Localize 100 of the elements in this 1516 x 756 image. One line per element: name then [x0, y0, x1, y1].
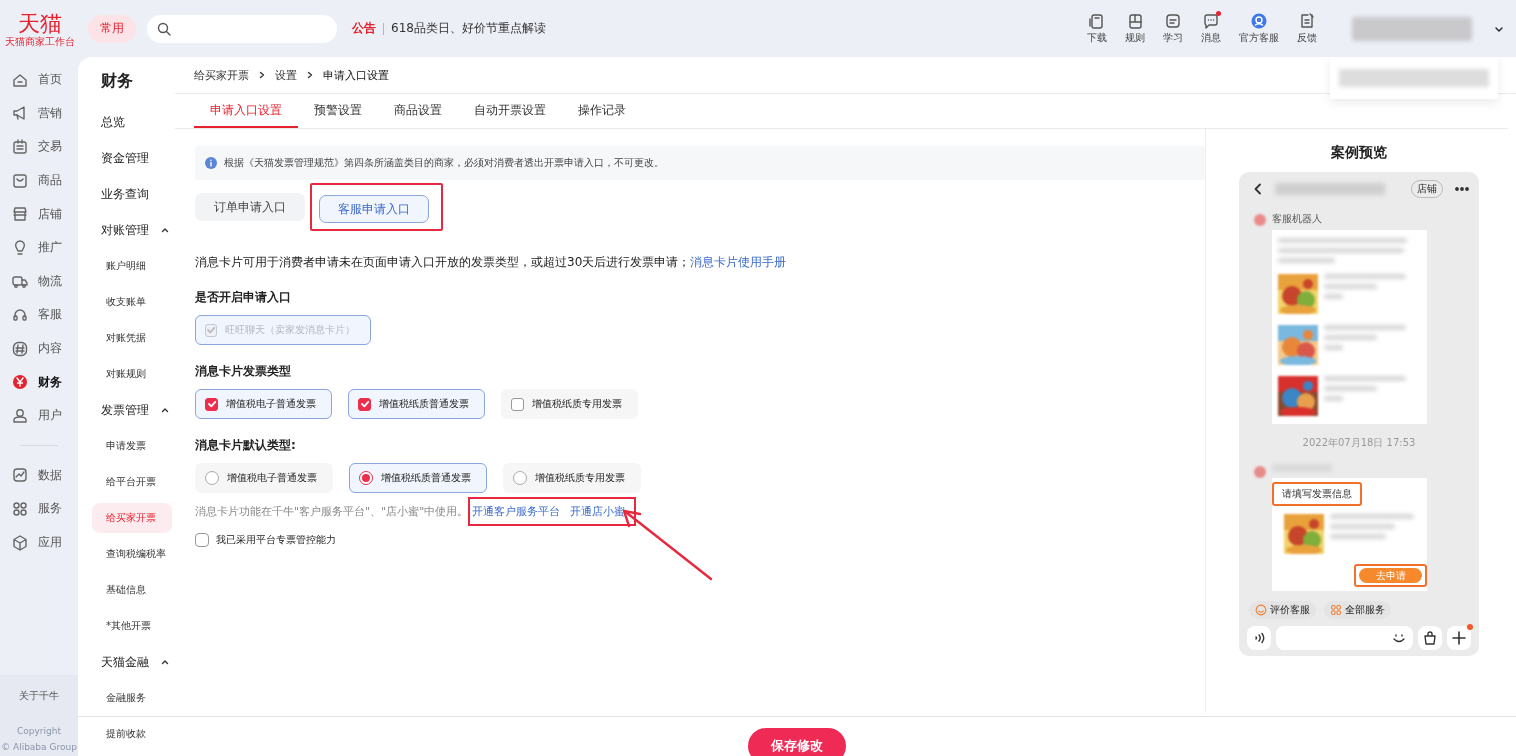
truck-icon [12, 273, 28, 290]
tablet-icon [1089, 12, 1105, 29]
radio-button[interactable] [359, 471, 373, 485]
card-title: 请填写发票信息 [1272, 482, 1362, 506]
nav-item[interactable]: 商品 [0, 163, 78, 198]
segment-button[interactable]: 客服申请入口 [319, 195, 429, 223]
menu-item[interactable]: 提前收款 [92, 719, 172, 749]
menu-group[interactable]: 发票管理 [78, 392, 175, 428]
menu-item[interactable]: 申请发票 [92, 431, 172, 461]
manual-link[interactable]: 消息卡片使用手册 [690, 255, 787, 269]
checkbox[interactable] [205, 397, 218, 411]
chevron-icon [161, 658, 169, 666]
add-button[interactable] [1447, 626, 1471, 650]
menu-item[interactable]: 收支账单 [92, 287, 172, 317]
tab[interactable]: 商品设置 [378, 94, 458, 128]
bulb-icon [12, 239, 28, 256]
nav-item[interactable]: 物流 [0, 264, 78, 299]
notice-text: 根据《天猫发票管理规范》第四条所涵盖类目的商家，必须对消费者透出开票申请入口，不可更改。 [224, 156, 664, 170]
menu-group[interactable]: 对账管理 [78, 212, 175, 248]
bag-button[interactable] [1418, 626, 1442, 650]
tab[interactable]: 自动开票设置 [458, 94, 562, 128]
nav-item[interactable]: 用户 [0, 398, 78, 433]
shop-icon [12, 206, 28, 223]
quick-action-button[interactable]: 全部服务 [1324, 601, 1391, 619]
checkbox-option[interactable]: 增值税纸质专用发票 [501, 389, 638, 419]
menu-item[interactable]: *其他开票 [92, 611, 172, 641]
menu-item[interactable]: 业务查询 [78, 176, 169, 212]
grid-icon [1330, 604, 1342, 616]
radio-option[interactable]: 增值税纸质专用发票 [503, 463, 641, 493]
section-title: 消息卡片发票类型 [195, 363, 292, 380]
toolbar-button[interactable]: 官方客服 [1230, 12, 1288, 45]
radio-button[interactable] [513, 471, 527, 485]
tab[interactable]: 操作记录 [562, 94, 642, 128]
tab[interactable]: 申请入口设置 [194, 94, 298, 128]
user-icon [12, 407, 28, 424]
checkbox[interactable] [358, 397, 371, 411]
checkbox-option[interactable]: 增值税电子普通发票 [195, 389, 332, 419]
menu-item[interactable]: 对账规则 [92, 359, 172, 389]
description-text: 消息卡片可用于消费者申请未在页面申请入口开放的发票类型，或超过30天后进行发票申请； [195, 255, 691, 269]
nav-item[interactable]: 应用 [0, 525, 78, 560]
toolbar-button[interactable]: 反馈 [1288, 12, 1326, 45]
notice-label: 公告 [352, 20, 376, 37]
grid-icon [12, 500, 28, 517]
notice-link[interactable]: 618品类日、好价节重点解读 [391, 20, 546, 37]
breadcrumb-item[interactable]: 设置 [275, 67, 297, 83]
service-link[interactable]: 开通店小蜜 [570, 504, 626, 519]
nav-item[interactable]: 推广 [0, 230, 78, 265]
menu-item[interactable]: 总览 [78, 104, 169, 140]
nav-item[interactable]: 服务 [0, 492, 78, 526]
about-link[interactable]: 关于千牛 [19, 675, 59, 723]
nav-item[interactable]: 营销 [0, 96, 78, 131]
toolbar-button[interactable]: 学习 [1154, 12, 1192, 45]
quick-access-button[interactable]: 常用 [88, 14, 136, 43]
menu-item[interactable]: 基础信息 [92, 575, 172, 605]
chevron-icon [161, 226, 169, 234]
nav-item[interactable]: 数据 [0, 458, 78, 493]
section-title: 消息卡片默认类型: [195, 437, 297, 454]
checkbox-label: 我已采用平台专票管控能力 [216, 533, 336, 547]
breadcrumb-item[interactable]: 给买家开票 [194, 67, 249, 83]
checkbox[interactable] [195, 533, 209, 547]
tab[interactable]: 预警设置 [298, 94, 378, 128]
checkbox[interactable] [511, 397, 524, 411]
menu-item[interactable]: 给买家开票 [92, 503, 172, 533]
voice-icon [1253, 632, 1265, 644]
menu-item[interactable]: 账户明细 [92, 251, 172, 281]
nav-item[interactable]: 内容 [0, 331, 78, 366]
voice-button[interactable] [1247, 626, 1271, 650]
blurred-text [1324, 294, 1344, 299]
back-icon [1253, 183, 1263, 195]
nav-item[interactable]: 店铺 [0, 197, 78, 231]
toolbar-button[interactable]: 规则 [1116, 12, 1154, 45]
radio-option[interactable]: 增值税纸质普通发票 [349, 463, 487, 493]
check-icon [206, 399, 217, 409]
toolbar-button[interactable]: 消息 [1192, 12, 1230, 45]
menu-item[interactable]: 金融服务 [92, 683, 172, 713]
menu-item[interactable]: 资金管理 [78, 140, 169, 176]
segment-button[interactable]: 订单申请入口 [195, 193, 305, 221]
message-input[interactable] [1276, 626, 1413, 650]
save-button[interactable]: 保存修改 [748, 728, 846, 756]
nav-item[interactable]: 首页 [0, 63, 78, 97]
radio-option[interactable]: 增值税电子普通发票 [195, 463, 333, 493]
clipboard-icon [12, 139, 28, 155]
service-link[interactable]: 开通客户服务平台 [472, 504, 561, 519]
smile-icon [1255, 604, 1267, 616]
toolbar-button[interactable]: 下载 [1078, 12, 1116, 45]
menu-item[interactable]: 查询税编税率 [92, 539, 172, 569]
nav-item[interactable]: 财务 [0, 365, 78, 399]
radio-button[interactable] [205, 471, 219, 485]
menu-item[interactable]: 对账凭据 [92, 323, 172, 353]
nav-item[interactable]: 交易 [0, 130, 78, 164]
option-label: 增值税电子普通发票 [227, 471, 317, 485]
nav-item[interactable]: 客服 [0, 298, 78, 332]
search-field[interactable] [147, 14, 337, 43]
hash-icon [12, 340, 28, 357]
breadcrumb-item: 申请入口设置 [323, 67, 389, 83]
quick-action-button[interactable]: 评价客服 [1249, 601, 1316, 619]
chart-icon [12, 467, 28, 484]
menu-item[interactable]: 给平台开票 [92, 467, 172, 497]
menu-group[interactable]: 天猫金融 [78, 644, 175, 680]
checkbox-option[interactable]: 增值税纸质普通发票 [348, 389, 485, 419]
